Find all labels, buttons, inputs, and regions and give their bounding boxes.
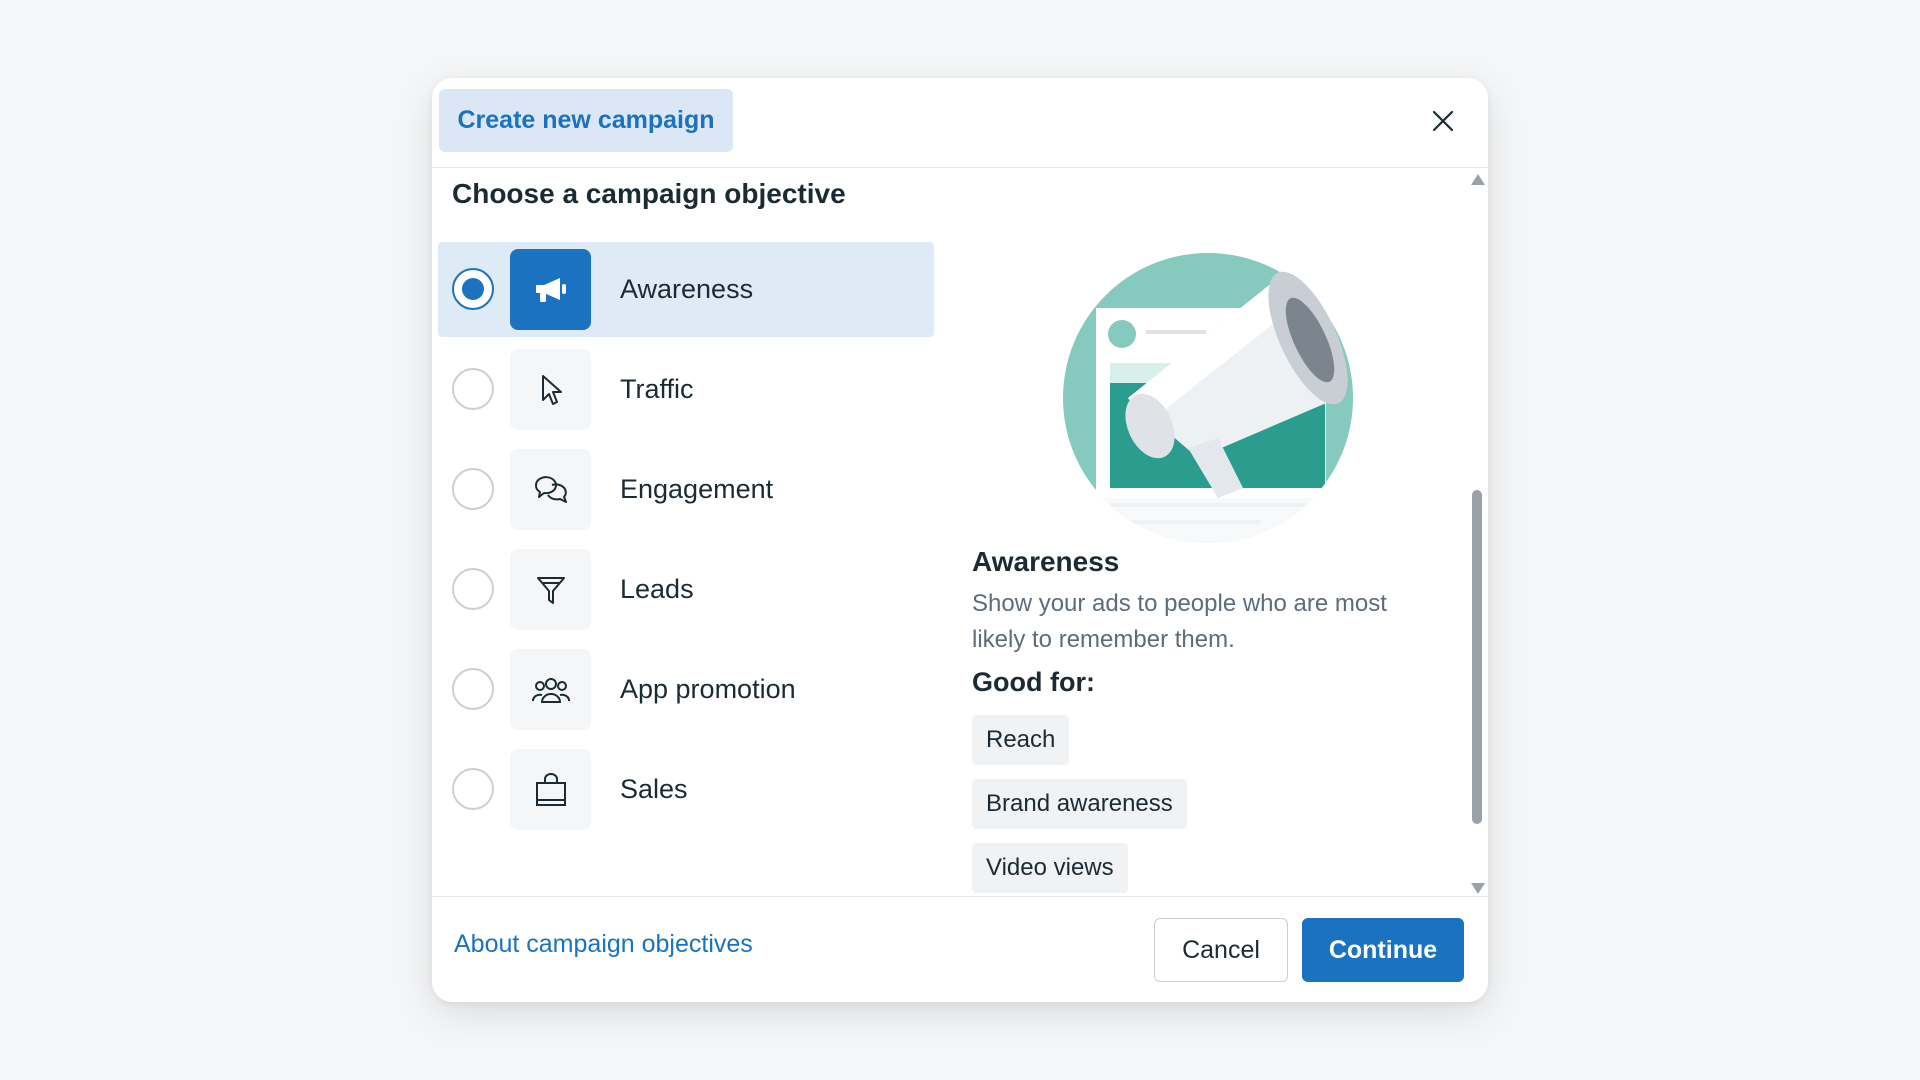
detail-title: Awareness — [972, 546, 1120, 577]
objective-label: Sales — [620, 774, 688, 804]
scrollbar[interactable] — [1470, 174, 1485, 894]
filter-icon — [510, 549, 591, 630]
close-icon — [1432, 110, 1454, 132]
awareness-illustration — [1058, 248, 1358, 548]
objective-label: Traffic — [620, 374, 694, 404]
scroll-up-arrow-icon[interactable] — [1471, 174, 1485, 185]
objective-option-traffic[interactable]: Traffic — [438, 342, 934, 437]
chip-brand-awareness: Brand awareness — [972, 779, 1187, 829]
continue-button[interactable]: Continue — [1302, 918, 1464, 982]
objective-option-awareness[interactable]: Awareness — [438, 242, 934, 337]
objective-option-engagement[interactable]: Engagement — [438, 442, 934, 537]
objective-label: Awareness — [620, 274, 754, 304]
good-for-label: Good for: — [972, 667, 1095, 697]
cancel-button[interactable]: Cancel — [1154, 918, 1288, 982]
objective-option-app-promotion[interactable]: App promotion — [438, 642, 934, 737]
radio-awareness[interactable] — [452, 268, 494, 310]
good-for-chips: Reach Brand awareness Video views — [972, 715, 1187, 907]
cursor-icon — [510, 349, 591, 430]
objective-label: Leads — [620, 574, 694, 604]
radio-leads[interactable] — [452, 568, 494, 610]
objective-label: Engagement — [620, 474, 774, 504]
radio-app-promotion[interactable] — [452, 668, 494, 710]
shopping-bag-icon — [510, 749, 591, 830]
section-title: Choose a campaign objective — [452, 178, 846, 209]
radio-engagement[interactable] — [452, 468, 494, 510]
create-campaign-dialog: Create new campaign Choose a campaign ob… — [432, 78, 1488, 1002]
radio-selected-dot — [462, 278, 484, 300]
dialog-header: Create new campaign — [432, 78, 1488, 168]
megaphone-icon — [510, 249, 591, 330]
about-campaign-objectives-link[interactable]: About campaign objectives — [454, 930, 753, 959]
objective-option-sales[interactable]: Sales — [438, 742, 934, 837]
chat-bubbles-icon — [510, 449, 591, 530]
chip-video-views: Video views — [972, 843, 1128, 893]
tab-create-new-campaign[interactable]: Create new campaign — [439, 89, 733, 152]
radio-sales[interactable] — [452, 768, 494, 810]
objective-list: Awareness Traffic Engagement Leads App p… — [438, 242, 934, 842]
detail-description: Show your ads to people who are most lik… — [972, 590, 1387, 653]
people-icon — [510, 649, 591, 730]
objective-label: App promotion — [620, 674, 796, 704]
close-button[interactable] — [1426, 104, 1460, 138]
dialog-footer: About campaign objectives Cancel Continu… — [432, 896, 1488, 1002]
chip-reach: Reach — [972, 715, 1070, 765]
scroll-down-arrow-icon[interactable] — [1471, 883, 1485, 894]
objective-option-leads[interactable]: Leads — [438, 542, 934, 637]
scroll-thumb[interactable] — [1472, 490, 1482, 824]
radio-traffic[interactable] — [452, 368, 494, 410]
